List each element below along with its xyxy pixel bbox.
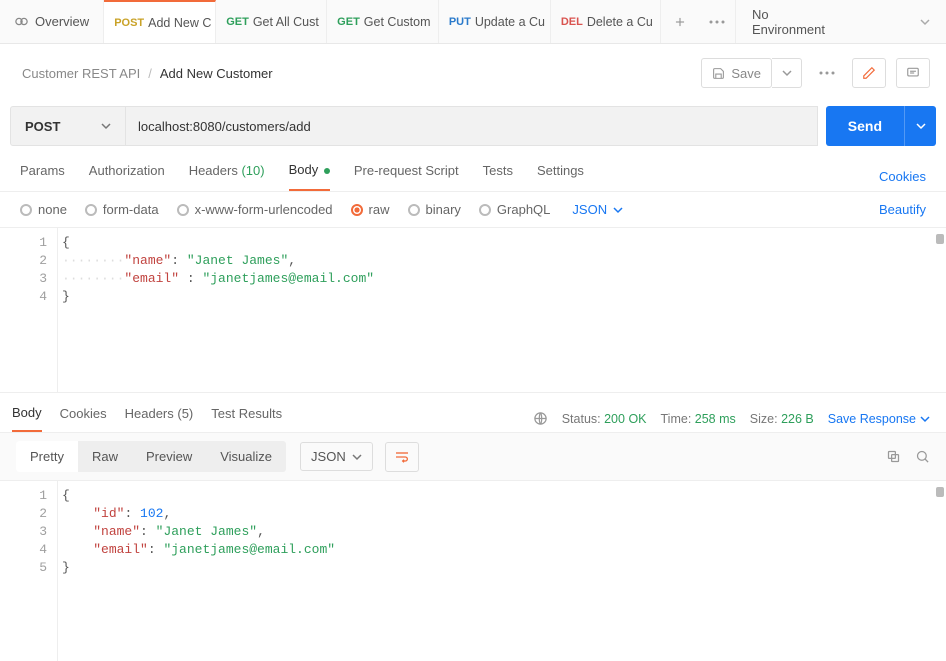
response-view-options: Pretty Raw Preview Visualize JSON	[0, 433, 946, 481]
save-button[interactable]: Save	[701, 58, 772, 88]
request-tab[interactable]: DEL Delete a Cu	[551, 0, 661, 43]
raw-format-label: JSON	[572, 202, 607, 217]
request-tab[interactable]: POST Add New C	[104, 0, 216, 43]
breadcrumb-row: Customer REST API / Add New Customer Sav…	[0, 44, 946, 106]
environment-label: No Environment	[752, 7, 840, 37]
request-tab[interactable]: PUT Update a Cu	[439, 0, 551, 43]
top-tab-bar: Overview POST Add New C GET Get All Cust…	[0, 0, 946, 44]
method-label: POST	[25, 119, 60, 134]
request-body-editor[interactable]: 1234 { ········"name": "Janet James", ··…	[0, 228, 946, 393]
headers-count: (10)	[241, 163, 264, 178]
save-icon	[712, 67, 725, 80]
code-area[interactable]: { ········"name": "Janet James", ·······…	[58, 228, 946, 392]
overview-icon	[14, 14, 29, 29]
view-visualize[interactable]: Visualize	[206, 441, 286, 472]
more-actions-button[interactable]	[812, 58, 842, 88]
breadcrumb-current: Add New Customer	[160, 66, 273, 81]
tab-params[interactable]: Params	[20, 163, 65, 190]
body-type-formdata[interactable]: form-data	[85, 202, 159, 217]
body-type-binary[interactable]: binary	[408, 202, 461, 217]
resp-tab-headers[interactable]: Headers (5)	[125, 406, 194, 431]
tab-authorization[interactable]: Authorization	[89, 163, 165, 190]
overview-label: Overview	[35, 14, 89, 29]
tab-body[interactable]: Body	[289, 162, 330, 191]
chevron-down-icon	[920, 414, 930, 424]
wrap-lines-button[interactable]	[385, 442, 419, 472]
size-block: Size: 226 B	[750, 412, 814, 426]
resp-tab-body[interactable]: Body	[12, 405, 42, 432]
method-badge: GET	[337, 16, 360, 28]
tab-title: Add New C	[148, 16, 211, 30]
config-tabs: Params Authorization Headers (10) Body P…	[0, 146, 946, 192]
method-badge: POST	[114, 17, 144, 29]
headers-label: Headers	[189, 163, 238, 178]
chevron-down-icon	[920, 17, 930, 27]
resp-tab-tests[interactable]: Test Results	[211, 406, 282, 431]
cookies-link[interactable]: Cookies	[879, 169, 926, 184]
raw-format-selector[interactable]: JSON	[572, 202, 623, 217]
line-gutter: 1234	[0, 228, 58, 392]
more-tabs-button[interactable]	[698, 20, 735, 24]
chevron-down-icon	[101, 121, 111, 131]
tab-title: Get Custom	[364, 15, 431, 29]
scrollbar[interactable]	[936, 487, 944, 497]
breadcrumb-sep: /	[148, 66, 152, 81]
network-icon[interactable]	[533, 411, 548, 426]
view-raw[interactable]: Raw	[78, 441, 132, 472]
url-input[interactable]	[126, 106, 818, 146]
beautify-button[interactable]: Beautify	[879, 202, 926, 217]
body-type-raw[interactable]: raw	[351, 202, 390, 217]
modified-indicator-icon	[324, 168, 330, 174]
response-tabs: Body Cookies Headers (5) Test Results St…	[0, 393, 946, 433]
body-type-row: none form-data x-www-form-urlencoded raw…	[0, 192, 946, 228]
method-selector[interactable]: POST	[10, 106, 126, 146]
time-block: Time: 258 ms	[661, 412, 736, 426]
tab-title: Update a Cu	[475, 15, 545, 29]
tab-headers[interactable]: Headers (10)	[189, 163, 265, 190]
scrollbar[interactable]	[936, 234, 944, 244]
new-tab-button[interactable]	[661, 15, 698, 29]
body-label: Body	[289, 162, 319, 177]
tab-tests[interactable]: Tests	[483, 163, 513, 190]
response-body-editor[interactable]: 12345 { "id": 102, "name": "Janet James"…	[0, 481, 946, 661]
tab-settings[interactable]: Settings	[537, 163, 584, 190]
copy-response-button[interactable]	[886, 449, 901, 464]
response-format-selector[interactable]: JSON	[300, 442, 373, 471]
resp-tab-cookies[interactable]: Cookies	[60, 406, 107, 431]
request-bar: POST Send	[0, 106, 946, 146]
send-options-button[interactable]	[904, 106, 936, 146]
line-gutter: 12345	[0, 481, 58, 661]
view-preview[interactable]: Preview	[132, 441, 206, 472]
environment-selector[interactable]: No Environment	[735, 0, 946, 43]
view-pretty[interactable]: Pretty	[16, 441, 78, 472]
request-tab[interactable]: GET Get Custom	[327, 0, 439, 43]
save-response-button[interactable]: Save Response	[828, 412, 930, 426]
method-badge: DEL	[561, 16, 583, 28]
search-response-button[interactable]	[915, 449, 930, 464]
body-type-none[interactable]: none	[20, 202, 67, 217]
status-block: Status: 200 OK	[562, 412, 647, 426]
overview-tab[interactable]: Overview	[0, 0, 104, 43]
chevron-down-icon	[613, 205, 623, 215]
chevron-down-icon	[352, 452, 362, 462]
request-tab[interactable]: GET Get All Cust	[216, 0, 327, 43]
comments-button[interactable]	[896, 58, 930, 88]
tab-title: Get All Cust	[253, 15, 319, 29]
code-area[interactable]: { "id": 102, "name": "Janet James", "ema…	[58, 481, 946, 661]
method-badge: GET	[226, 16, 249, 28]
tab-prerequest[interactable]: Pre-request Script	[354, 163, 459, 190]
body-type-xurl[interactable]: x-www-form-urlencoded	[177, 202, 333, 217]
save-label: Save	[731, 66, 761, 81]
save-options-button[interactable]	[772, 58, 802, 88]
send-button[interactable]: Send	[826, 106, 904, 146]
body-type-graphql[interactable]: GraphQL	[479, 202, 550, 217]
method-badge: PUT	[449, 16, 471, 28]
tab-title: Delete a Cu	[587, 15, 653, 29]
edit-button[interactable]	[852, 58, 886, 88]
view-mode-segment: Pretty Raw Preview Visualize	[16, 441, 286, 472]
breadcrumb-collection[interactable]: Customer REST API	[22, 66, 140, 81]
